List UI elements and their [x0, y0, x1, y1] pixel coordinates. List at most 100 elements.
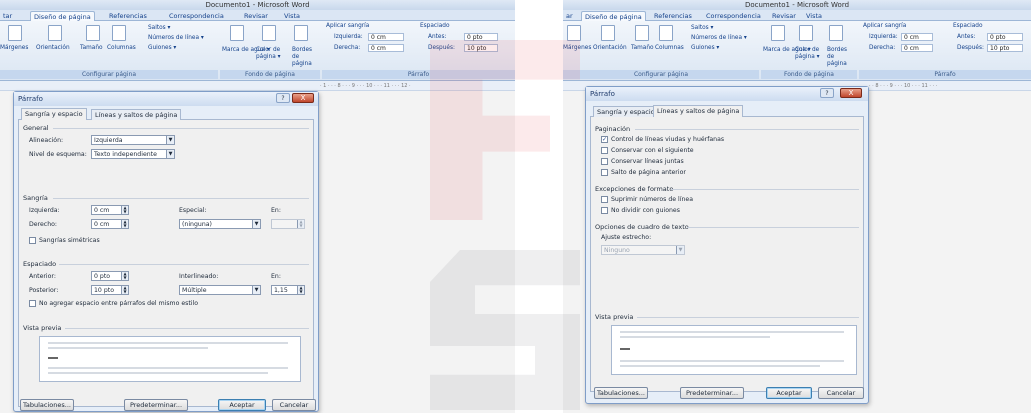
orientation-button[interactable]: Orientación — [36, 45, 70, 52]
help-button[interactable]: ? — [276, 93, 290, 103]
at-spinner[interactable]: 1,15 ▲ ▼ — [271, 285, 305, 295]
page-borders-button[interactable]: Bordes de página — [292, 47, 320, 68]
chevron-down-icon[interactable]: ▼ — [166, 136, 174, 144]
no-space-checkbox[interactable] — [29, 300, 36, 307]
page-color-button[interactable]: Color de página ▾ — [795, 47, 827, 61]
chevron-down-icon[interactable]: ▼ — [252, 286, 260, 294]
tab-correspondencia[interactable]: Correspondencia — [166, 11, 227, 21]
orientation-button[interactable]: Orientación — [593, 45, 627, 52]
tab-referencias[interactable]: Referencias — [651, 11, 695, 21]
ok-button[interactable]: Aceptar — [766, 387, 812, 399]
page-borders-icon[interactable] — [294, 25, 308, 41]
spacing-before-field[interactable]: 0 pto — [987, 33, 1023, 41]
columns-icon[interactable] — [659, 25, 673, 41]
tab-referencias[interactable]: Referencias — [106, 11, 150, 21]
keep-lines-checkbox[interactable] — [601, 158, 608, 165]
size-button[interactable]: Tamaño — [631, 45, 654, 52]
spinner-arrows-icon[interactable]: ▲ ▼ — [121, 220, 128, 228]
spinner-arrows-icon[interactable]: ▲ ▼ — [121, 286, 128, 294]
hyphenation-button[interactable]: Guiones ▾ — [148, 45, 176, 52]
tab-revisar[interactable]: Revisar — [769, 11, 799, 21]
cancel-button[interactable]: Cancelar — [272, 399, 316, 411]
tabs-button[interactable]: Tabulaciones... — [20, 399, 74, 411]
by-spinner[interactable]: ▲ ▼ — [271, 219, 305, 229]
page-color-button[interactable]: Color de página ▾ — [256, 47, 292, 61]
tight-wrap-select[interactable]: Ninguno ▼ — [601, 245, 685, 255]
tab-diseno-pagina[interactable]: Diseño de página — [581, 11, 646, 21]
set-default-button[interactable]: Predeterminar... — [680, 387, 744, 399]
columns-icon[interactable] — [112, 25, 126, 41]
orientation-icon[interactable] — [48, 25, 62, 41]
indent-left-field[interactable]: 0 cm — [901, 33, 933, 41]
outline-level-select[interactable]: Texto independiente ▼ — [91, 149, 175, 159]
ruler[interactable]: · 1 · · · 8 · · · 9 · · · 10 · · · 11 · … — [0, 81, 515, 91]
line-numbers-button[interactable]: Números de línea ▾ — [691, 35, 747, 42]
page-break-before-checkbox[interactable] — [601, 169, 608, 176]
tab-lineas-saltos[interactable]: Líneas y saltos de página — [653, 105, 744, 117]
margins-button[interactable]: Márgenes — [0, 45, 28, 52]
spacing-after-field[interactable]: 10 pto — [464, 44, 498, 52]
line-spacing-select[interactable]: Múltiple ▼ — [179, 285, 261, 295]
size-icon[interactable] — [635, 25, 649, 41]
indent-left-spinner[interactable]: 0 cm ▲ ▼ — [91, 205, 129, 215]
spinner-arrows-icon[interactable]: ▲ ▼ — [297, 286, 304, 294]
indent-left-field[interactable]: 0 cm — [368, 33, 404, 41]
ok-button[interactable]: Aceptar — [218, 399, 266, 411]
tab-correspondencia[interactable]: Correspondencia — [703, 11, 764, 21]
widow-control-checkbox[interactable]: ✓ — [601, 136, 608, 143]
tab-insertar[interactable]: tar — [0, 11, 15, 21]
size-button[interactable]: Tamaño — [80, 45, 103, 52]
suppress-line-numbers-checkbox[interactable] — [601, 196, 608, 203]
chevron-down-icon[interactable]: ▼ — [166, 150, 174, 158]
spacing-after-spinner[interactable]: 10 pto ▲ ▼ — [91, 285, 129, 295]
alignment-select[interactable]: Izquierda ▼ — [91, 135, 175, 145]
orientation-icon[interactable] — [601, 25, 615, 41]
spinner-arrows-icon[interactable]: ▲ ▼ — [121, 206, 128, 214]
close-button[interactable]: X — [292, 93, 314, 103]
breaks-button[interactable]: Saltos ▾ — [691, 25, 713, 32]
keep-next-checkbox[interactable] — [601, 147, 608, 154]
watermark-icon[interactable] — [230, 25, 244, 41]
mirror-indents-checkbox[interactable] — [29, 237, 36, 244]
preview-line — [620, 336, 770, 338]
line-numbers-button[interactable]: Números de línea ▾ — [148, 35, 204, 42]
tab-vista[interactable]: Vista — [281, 11, 303, 21]
chevron-down-icon[interactable]: ▼ — [676, 246, 684, 254]
set-default-button[interactable]: Predeterminar... — [124, 399, 188, 411]
tab-diseno-pagina[interactable]: Diseño de página — [30, 11, 95, 21]
tab-sangria-espacio[interactable]: Sangría y espacio — [593, 106, 659, 117]
special-select[interactable]: (ninguna) ▼ — [179, 219, 261, 229]
page-color-icon[interactable] — [799, 25, 813, 41]
size-icon[interactable] — [86, 25, 100, 41]
spacing-before-spinner[interactable]: 0 pto ▲ ▼ — [91, 271, 129, 281]
columns-button[interactable]: Columnas — [655, 45, 684, 52]
tab-vista[interactable]: Vista — [803, 11, 825, 21]
page-borders-icon[interactable] — [829, 25, 843, 41]
hyphenation-button[interactable]: Guiones ▾ — [691, 45, 719, 52]
cancel-button[interactable]: Cancelar — [818, 387, 864, 399]
margins-icon[interactable] — [567, 25, 581, 41]
watermark-icon[interactable] — [771, 25, 785, 41]
tabs-button[interactable]: Tabulaciones... — [594, 387, 648, 399]
indent-right-field[interactable]: 0 cm — [368, 44, 404, 52]
tab-sangria-espacio[interactable]: Sangría y espacio — [21, 108, 87, 120]
indent-right-field[interactable]: 0 cm — [901, 44, 933, 52]
tab-revisar[interactable]: Revisar — [241, 11, 271, 21]
page-borders-button[interactable]: Bordes de página — [827, 47, 853, 68]
spinner-arrows-icon[interactable]: ▲ ▼ — [297, 220, 304, 228]
close-button[interactable]: X — [840, 88, 862, 98]
spinner-arrows-icon[interactable]: ▲ ▼ — [121, 272, 128, 280]
tab-lineas-saltos[interactable]: Líneas y saltos de página — [91, 109, 182, 120]
tab-insertar[interactable]: ar — [563, 11, 576, 21]
spacing-before-field[interactable]: 0 pto — [464, 33, 498, 41]
columns-button[interactable]: Columnas — [107, 45, 136, 52]
chevron-down-icon[interactable]: ▼ — [252, 220, 260, 228]
help-button[interactable]: ? — [820, 88, 834, 98]
margins-button[interactable]: Márgenes — [563, 45, 591, 52]
page-color-icon[interactable] — [262, 25, 276, 41]
breaks-button[interactable]: Saltos ▾ — [148, 25, 170, 32]
dont-hyphenate-checkbox[interactable] — [601, 207, 608, 214]
spacing-after-field[interactable]: 10 pto — [987, 44, 1023, 52]
margins-icon[interactable] — [8, 25, 22, 41]
indent-right-spinner[interactable]: 0 cm ▲ ▼ — [91, 219, 129, 229]
